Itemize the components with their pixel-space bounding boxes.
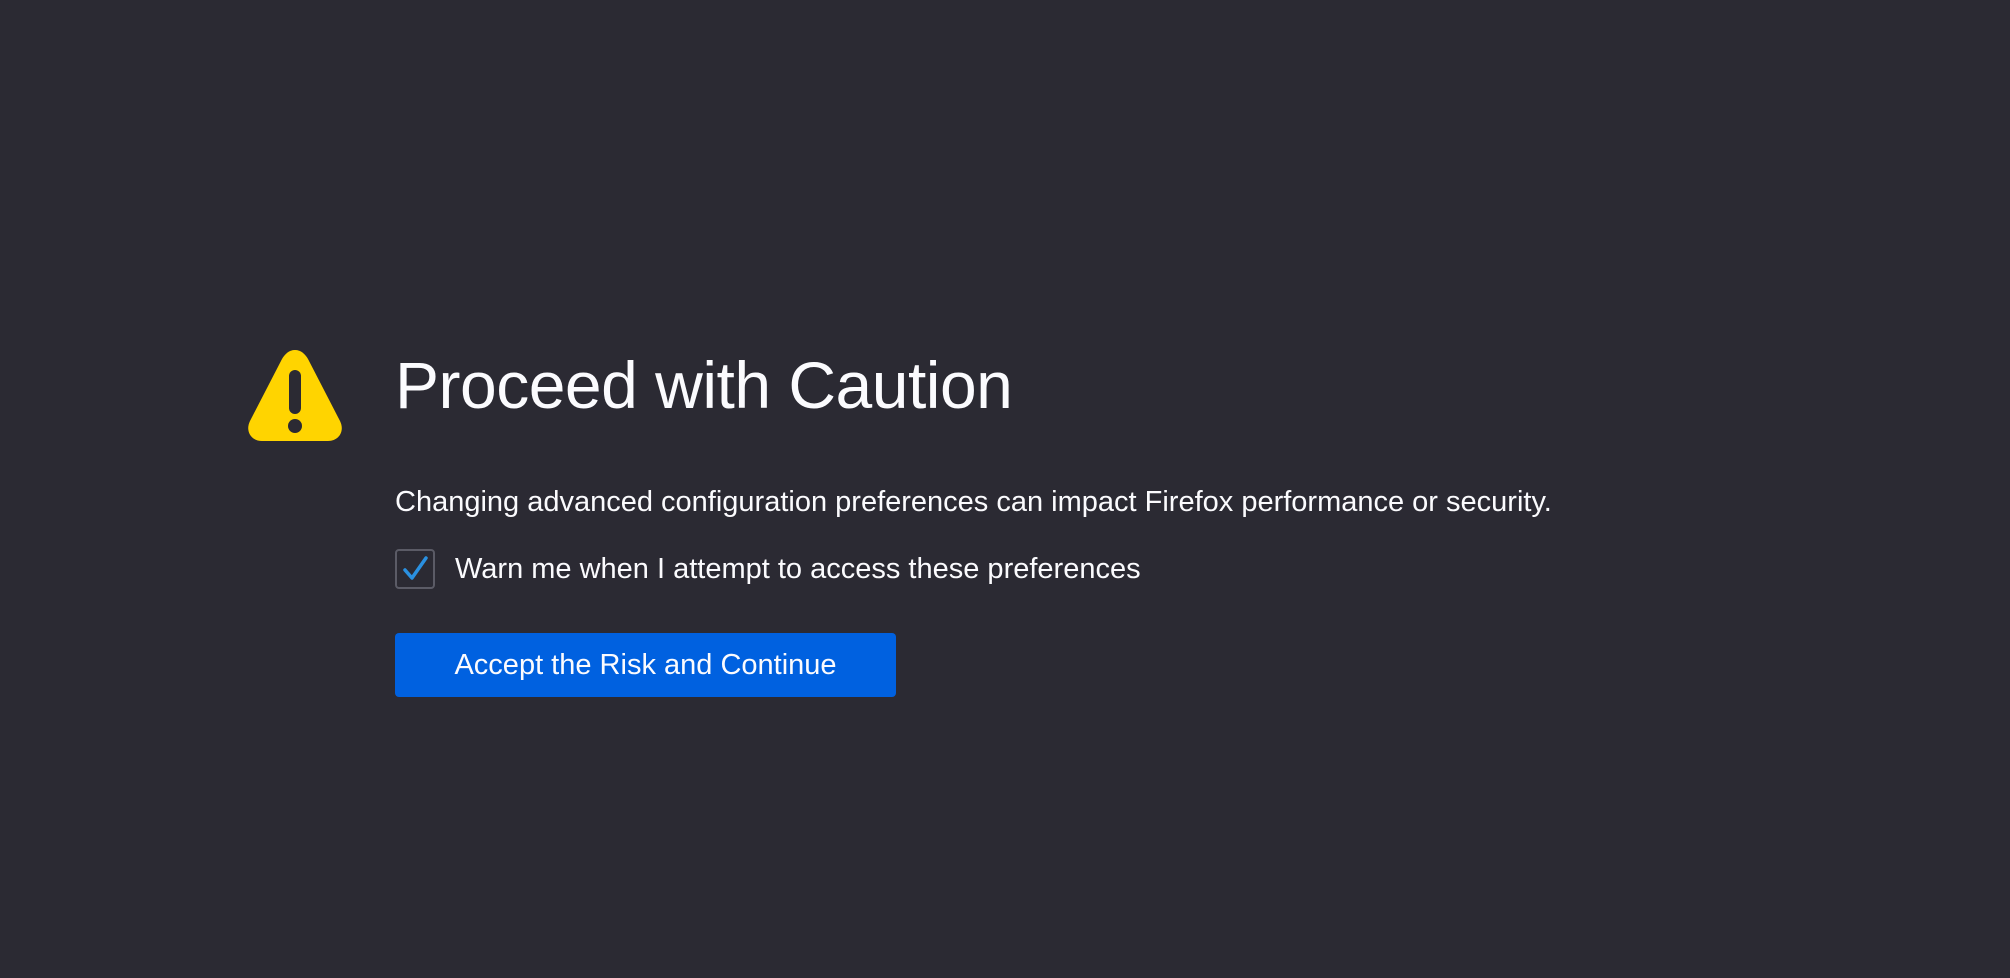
checkmark-icon [403, 556, 428, 580]
warn-checkbox-label[interactable]: Warn me when I attempt to access these p… [455, 549, 1141, 589]
about-config-warning-page: Proceed with Caution Changing advanced c… [0, 0, 2010, 978]
warning-triangle-icon [247, 348, 343, 444]
warning-content: Proceed with Caution Changing advanced c… [395, 340, 1795, 697]
warn-checkbox[interactable] [395, 549, 435, 589]
warn-preference-row[interactable]: Warn me when I attempt to access these p… [395, 548, 1141, 590]
page-title: Proceed with Caution [395, 348, 1013, 422]
accept-risk-button[interactable]: Accept the Risk and Continue [395, 633, 896, 697]
warning-description: Changing advanced configuration preferen… [395, 486, 1552, 518]
